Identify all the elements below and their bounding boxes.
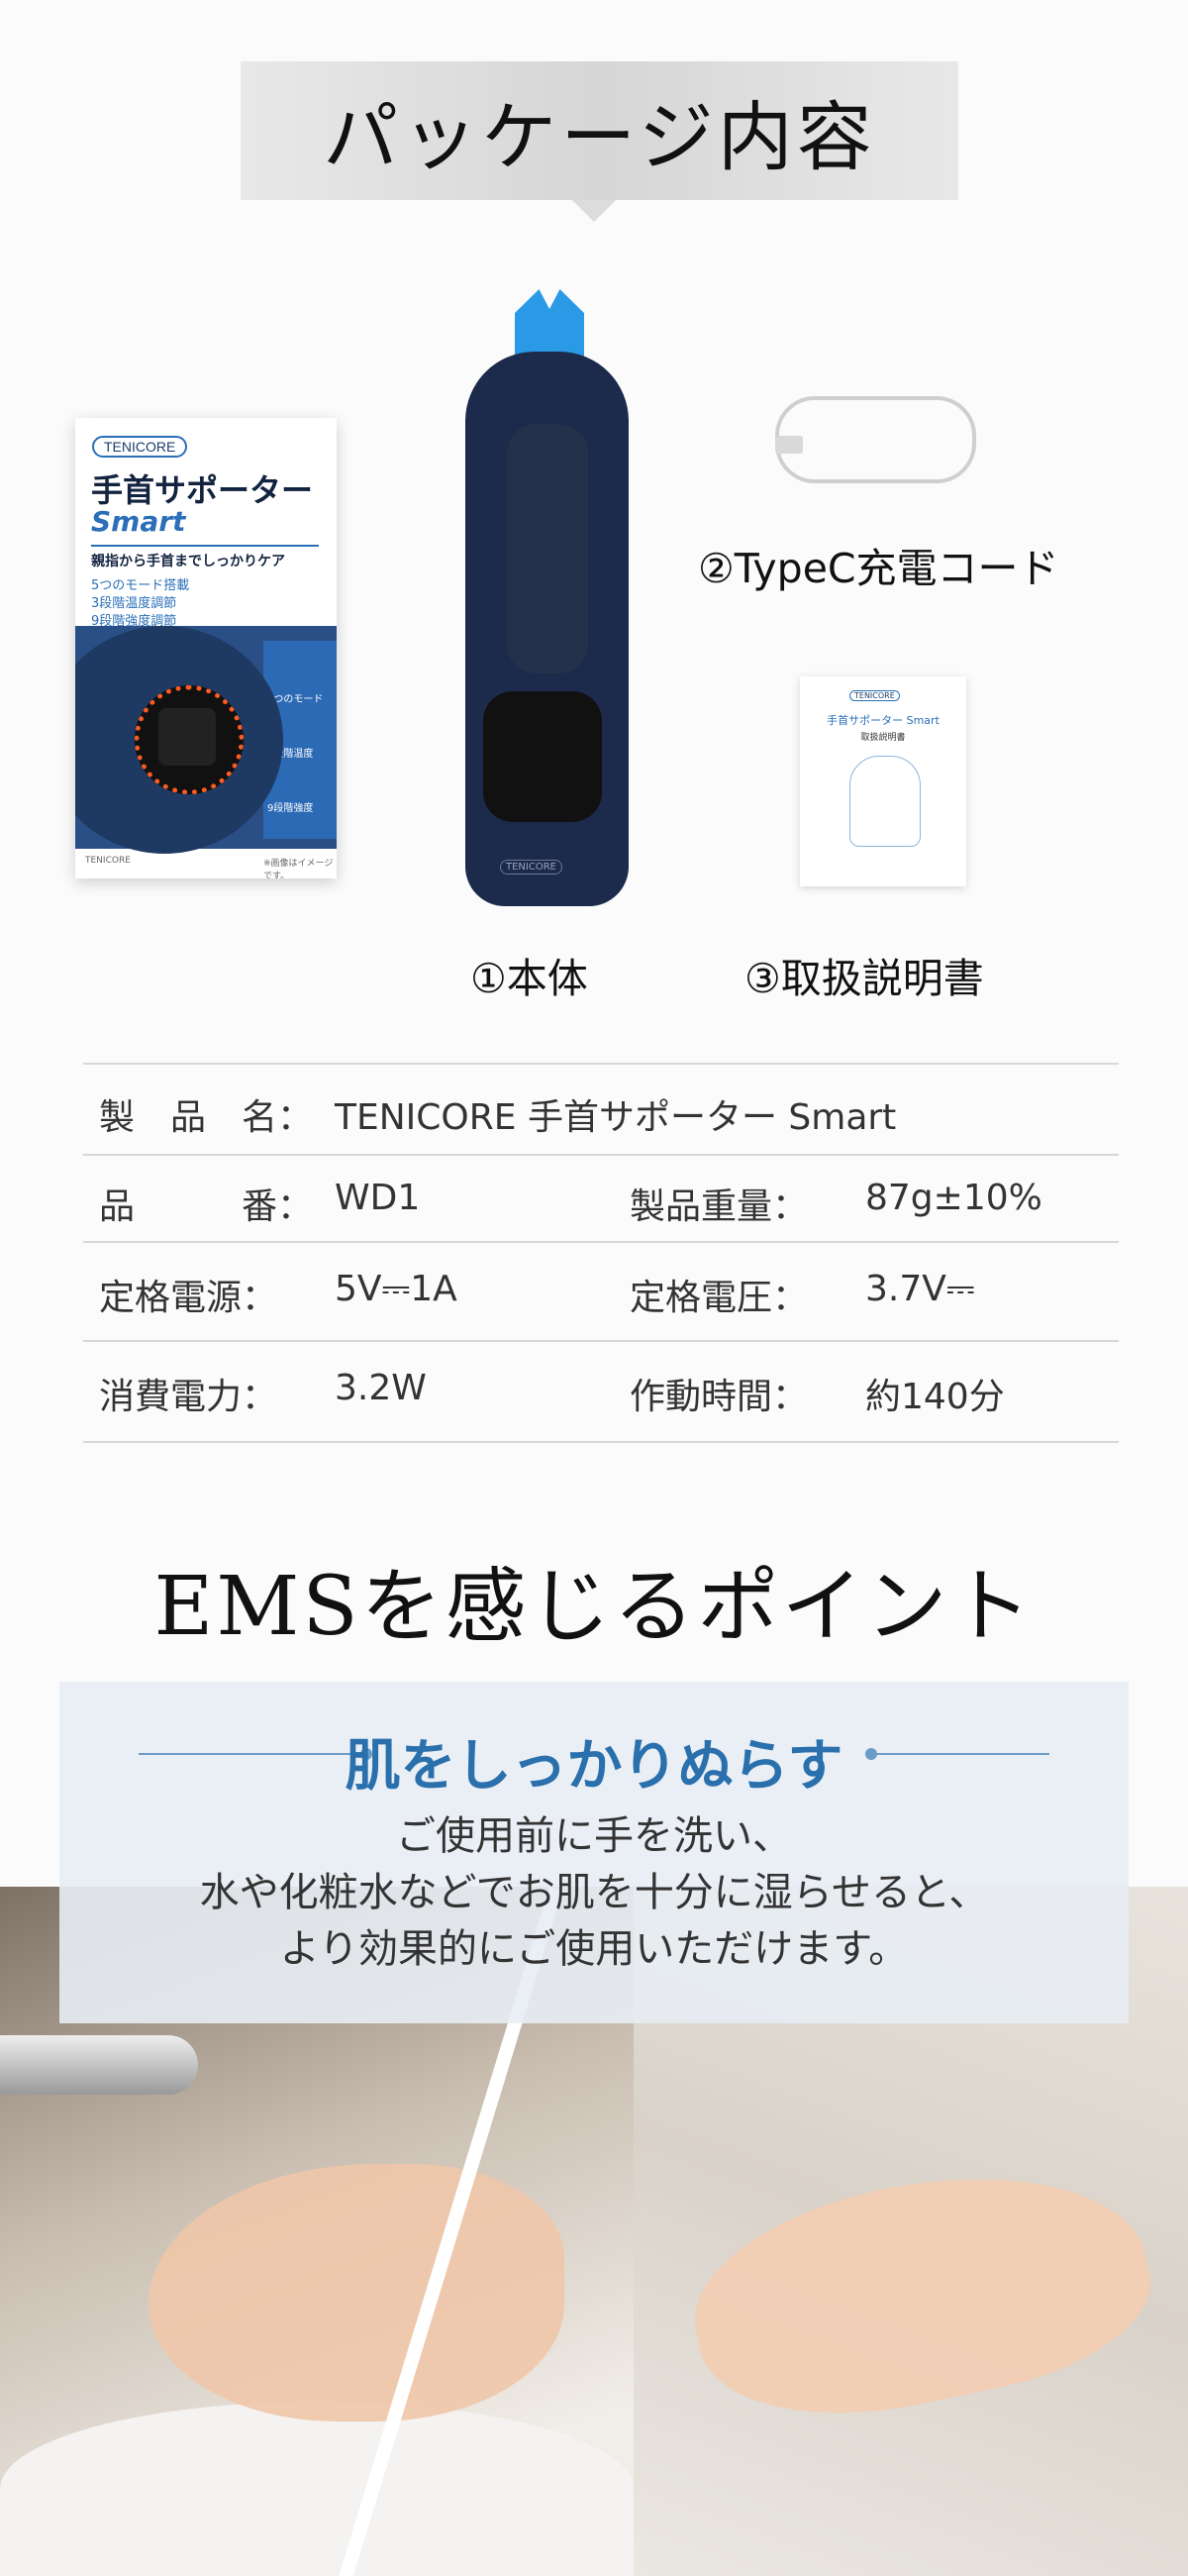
ems-point-text: より効果的にご使用いただけます。 [279,1926,909,1972]
box-brand: TENICORE [92,436,188,458]
manual-title: 手首サポーター Smart [827,714,940,727]
spec-value: 87g±10% [865,1178,1042,1218]
spec-table-bottom-rule [83,1441,1119,1443]
spec-value: 3.7V⎓ [865,1269,975,1309]
spec-value: 5V⎓1A [335,1269,457,1309]
box-footer-brand: TENICORE [85,856,131,866]
ems-section-title: EMSを感じるポイント [153,1560,1035,1654]
box-rule [91,545,319,547]
box-subtitle: Smart [91,505,186,538]
device-logo: TENICORE [500,860,562,875]
item-label-manual: ③取扱説明書 [744,955,984,1002]
ems-point-card: 肌をしっかりぬらす ご使用前に手を洗い、 水や化粧水などでお肌を十分に湿らせると… [59,1682,1129,2023]
cable-image [775,396,976,483]
ems-point-text: ご使用前に手を洗い、 [396,1813,792,1859]
box-footer-note: ※画像はイメージです。 [263,859,334,878]
device-control-unit [483,691,602,822]
spec-value: WD1 [335,1178,421,1218]
spec-value: 3.2W [335,1368,427,1408]
manual-subtitle: 取扱説明書 [860,733,906,743]
box-side-label: 9段階強度 [267,803,314,814]
spec-label: 品 番： [99,1186,314,1227]
spec-value: TENICORE 手首サポーター Smart [335,1097,897,1138]
spec-label: 製 品 名： [99,1097,314,1138]
device-velcro-pad [507,424,588,673]
display-icon [158,708,216,766]
item-label-cable: ②TypeC充電コード [698,545,1059,592]
spec-value: 約140分 [865,1377,1005,1417]
manual-brand: TENICORE [849,690,900,701]
ems-point-heading: 肌をしっかりぬらす [345,1734,843,1799]
title-pointer [572,200,616,222]
spec-label: 製品重量： [630,1186,809,1227]
package-title: パッケージ内容 [241,61,958,200]
spec-row: 定格電源： 5V⎓1A 定格電圧： 3.7V⎓ [83,1241,1119,1342]
box-tagline: 親指から手首までしっかりケア [91,554,285,569]
spec-label: 定格電圧： [630,1278,809,1318]
box-feature: 3段階温度調節 [91,596,177,611]
sink-basin [0,2402,634,2576]
spec-row: 消費電力： 3.2W 作動時間： 約140分 [83,1340,1119,1441]
manual-image: TENICORE 手首サポーター Smart 取扱説明書 [800,676,966,886]
ems-point-text: 水や化粧水などでお肌を十分に湿らせると、 [199,1870,989,1915]
usb-plug-icon [775,436,803,454]
spec-row: 品 番： WD1 製品重量： 87g±10% [83,1154,1119,1243]
spec-label: 作動時間： [630,1377,809,1417]
spec-row: 製 品 名： TENICORE 手首サポーター Smart [83,1063,1119,1156]
spec-label: 定格電源： [99,1278,278,1318]
box-feature: 5つのモード搭載 [91,578,190,593]
spec-label: 消費電力： [99,1377,278,1417]
item-label-main: ①本体 [470,955,588,1002]
faucet-icon [0,2035,198,2095]
product-box-image: TENICORE 手首サポーター Smart 親指から手首までしっかりケア 5つ… [75,418,337,878]
hand-illustration-icon [849,756,921,847]
